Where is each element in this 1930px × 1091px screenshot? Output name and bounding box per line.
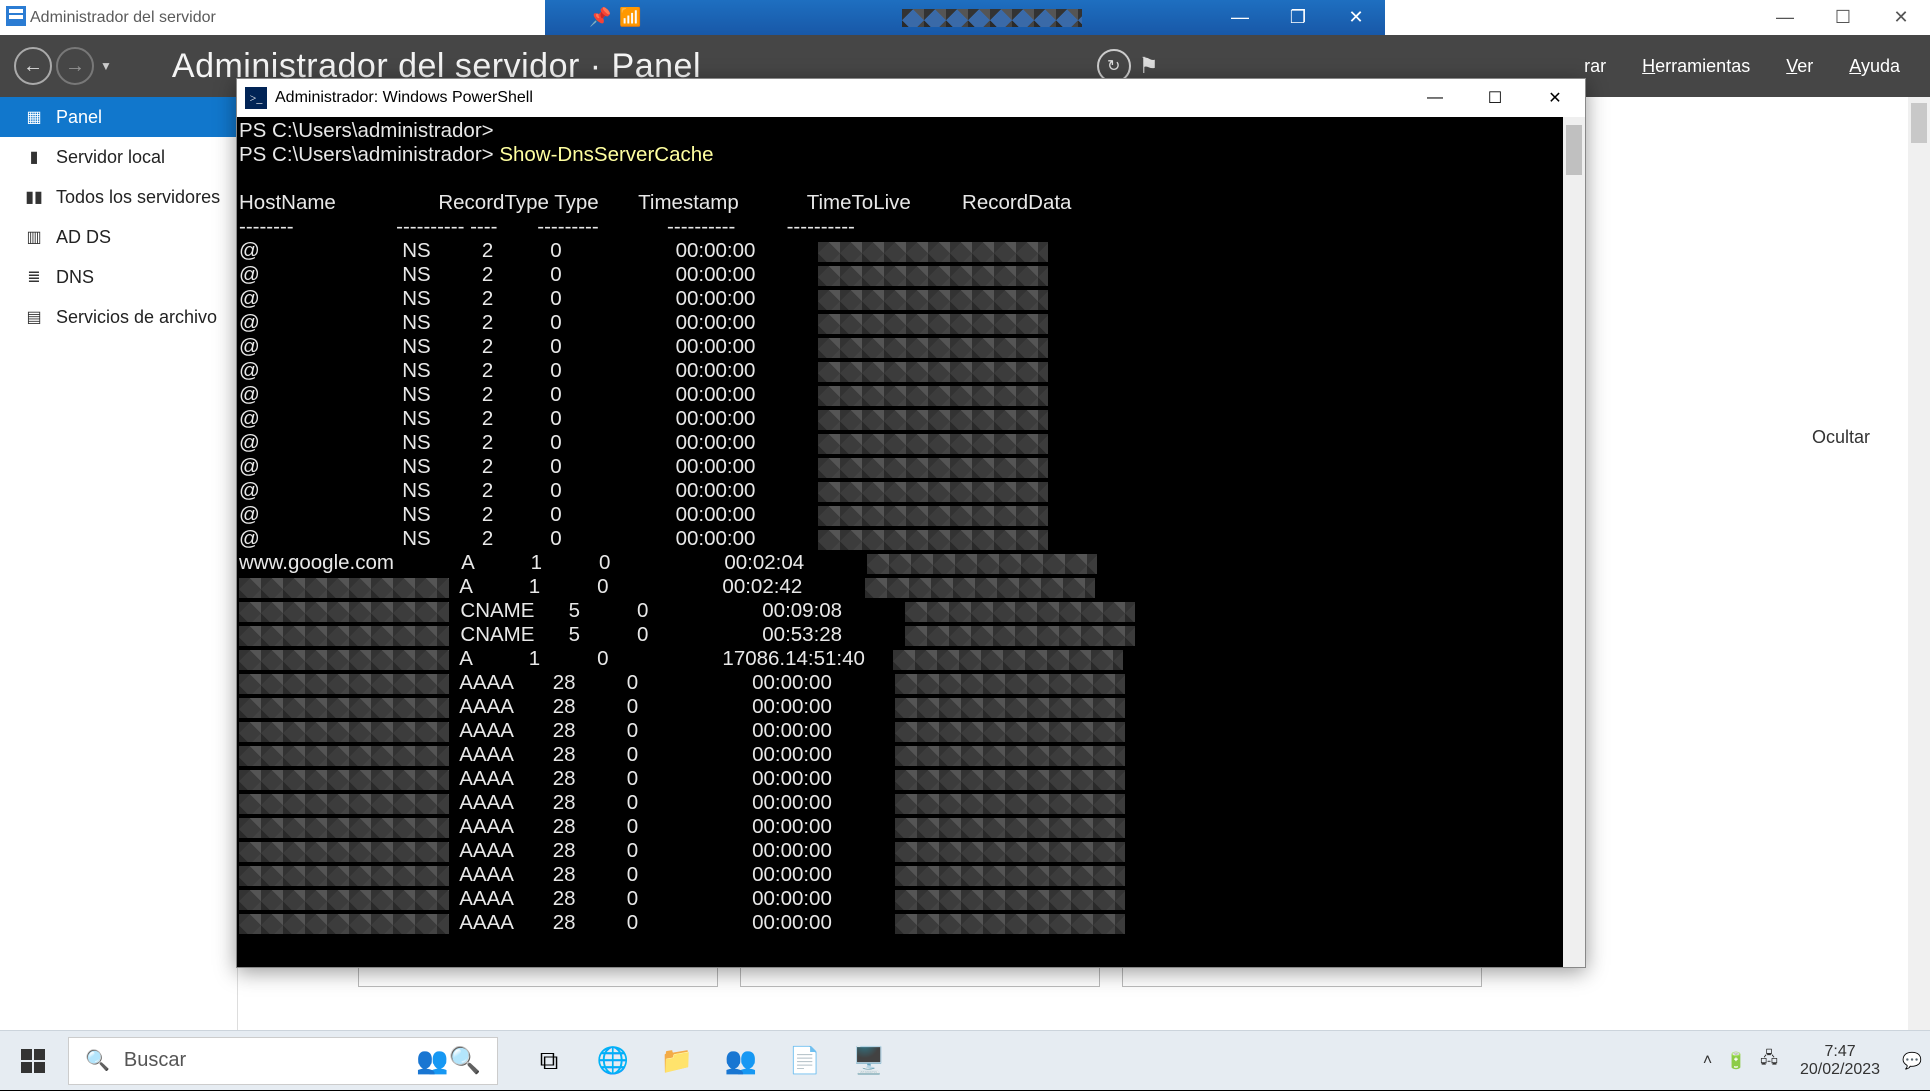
sidebar-item-label: DNS <box>56 267 94 288</box>
server-manager-taskbar-icon[interactable]: 🖥️ <box>838 1031 900 1091</box>
menu-bar: rar Herramientas Ver Ayuda <box>1584 56 1900 77</box>
sidebar-item-panel[interactable]: ▦ Panel <box>0 97 237 137</box>
sidebar-item-icon: ▥ <box>24 227 44 247</box>
powershell-console[interactable]: PS C:\Users\administrador> PS C:\Users\a… <box>237 117 1563 967</box>
sidebar-item-label: Servicios de archivo <box>56 307 217 328</box>
sidebar-item-label: Servidor local <box>56 147 165 168</box>
search-icon: 🔍 <box>85 1048 110 1073</box>
powershell-scrollbar[interactable] <box>1563 117 1585 967</box>
rdp-host-redacted <box>902 9 1082 27</box>
sidebar-item-label: Panel <box>56 107 102 128</box>
cortana-icon[interactable]: 👥🔍 <box>416 1045 481 1076</box>
ps-minimize-button[interactable]: — <box>1405 79 1465 117</box>
powershell-window: >_ Administrador: Windows PowerShell — ☐… <box>236 78 1586 968</box>
network-icon[interactable]: 🖧 <box>1760 1047 1778 1074</box>
nav-buttons: ← → ▼ <box>14 47 112 85</box>
menu-view[interactable]: Ver <box>1786 56 1813 77</box>
outer-maximize-button[interactable]: ☐ <box>1814 0 1872 35</box>
signal-icon: 📶 <box>619 7 641 28</box>
nav-forward-button[interactable]: → <box>56 47 94 85</box>
taskbar-clock[interactable]: 7:47 20/02/2023 <box>1800 1043 1880 1079</box>
taskbar-search[interactable]: 🔍 Buscar 👥🔍 <box>68 1037 498 1085</box>
sidebar-item-ad-ds[interactable]: ▥ AD DS <box>0 217 237 257</box>
task-view-button[interactable]: ⧉ <box>518 1031 580 1091</box>
rdp-close-button[interactable]: ✕ <box>1327 0 1385 35</box>
explorer-icon[interactable]: 📁 <box>646 1031 708 1091</box>
taskbar: 🔍 Buscar 👥🔍 ⧉ 🌐 📁 👥 📄 🖥️ ˄ 🔋 🖧 7:47 20/0… <box>0 1030 1930 1090</box>
sidebar-item-dns[interactable]: ≣ DNS <box>0 257 237 297</box>
word-icon[interactable]: 📄 <box>774 1031 836 1091</box>
taskbar-date: 20/02/2023 <box>1800 1061 1880 1079</box>
edge-icon[interactable]: 🌐 <box>582 1031 644 1091</box>
main-scrollbar[interactable] <box>1908 97 1930 1030</box>
sidebar-item-servicios-de-archivo[interactable]: ▤ Servicios de archivo <box>0 297 237 337</box>
server-manager-icon <box>6 6 26 26</box>
sidebar-item-icon: ▤ <box>24 307 44 327</box>
sidebar-item-label: Todos los servidores <box>56 187 220 208</box>
pin-icon[interactable]: 📌 <box>589 7 611 28</box>
sidebar-item-icon: ▮▮ <box>24 187 44 207</box>
start-button[interactable] <box>0 1031 66 1091</box>
hide-link[interactable]: Ocultar <box>1812 427 1870 448</box>
menu-admin[interactable]: rar <box>1584 56 1606 77</box>
powershell-title-text: Administrador: Windows PowerShell <box>275 89 533 107</box>
taskbar-apps: ⧉ 🌐 📁 👥 📄 🖥️ <box>518 1031 900 1091</box>
powershell-icon: >_ <box>245 87 267 109</box>
rdp-restore-button[interactable]: ❐ <box>1269 0 1327 35</box>
battery-icon[interactable]: 🔋 <box>1726 1051 1746 1071</box>
system-tray: ˄ 🔋 🖧 7:47 20/02/2023 💬 <box>1703 1043 1922 1079</box>
outer-close-button[interactable]: ✕ <box>1872 0 1930 35</box>
sidebar-item-todos-los-servidores[interactable]: ▮▮ Todos los servidores <box>0 177 237 217</box>
sidebar-item-icon: ≣ <box>24 267 44 287</box>
taskbar-time: 7:47 <box>1800 1043 1880 1061</box>
nav-history-dropdown[interactable]: ▼ <box>100 59 112 73</box>
sidebar-item-icon: ▮ <box>24 147 44 167</box>
outer-minimize-button[interactable]: — <box>1756 0 1814 35</box>
rdp-connection-bar[interactable]: 📌 📶 — ❐ ✕ <box>545 0 1385 35</box>
nav-back-button[interactable]: ← <box>14 47 52 85</box>
menu-tools[interactable]: Herramientas <box>1642 56 1750 77</box>
outer-window-titlebar: Administrador del servidor 📌 📶 — ❐ ✕ — ☐… <box>0 0 1930 35</box>
sidebar: ▦ Panel ▮ Servidor local ▮▮ Todos los servido… <box>0 97 238 1030</box>
sidebar-item-servidor-local[interactable]: ▮ Servidor local <box>0 137 237 177</box>
rdp-minimize-button[interactable]: — <box>1211 0 1269 35</box>
flag-icon[interactable]: ⚑ <box>1139 53 1159 79</box>
sidebar-item-label: AD DS <box>56 227 111 248</box>
outer-window-controls: — ☐ ✕ <box>1756 0 1930 35</box>
search-placeholder: Buscar <box>124 1049 186 1072</box>
teams-icon[interactable]: 👥 <box>710 1031 772 1091</box>
powershell-titlebar[interactable]: >_ Administrador: Windows PowerShell — ☐… <box>237 79 1585 117</box>
ps-close-button[interactable]: ✕ <box>1525 79 1585 117</box>
ps-maximize-button[interactable]: ☐ <box>1465 79 1525 117</box>
action-center-button[interactable]: 💬 <box>1902 1051 1922 1071</box>
sidebar-item-icon: ▦ <box>24 107 44 127</box>
menu-help[interactable]: Ayuda <box>1849 56 1900 77</box>
outer-window-title: Administrador del servidor <box>30 9 216 27</box>
tray-overflow-button[interactable]: ˄ <box>1703 1052 1712 1070</box>
rdp-window-controls: — ❐ ✕ <box>1211 0 1385 35</box>
